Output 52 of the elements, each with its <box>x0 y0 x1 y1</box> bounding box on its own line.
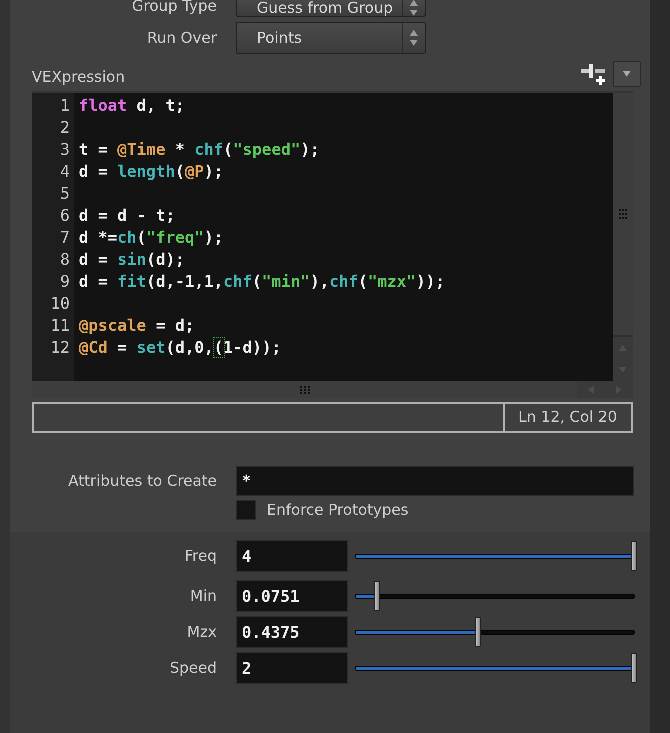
code-line: d = fit(d,-1,1,chf("min"),chf("mzx")); <box>79 272 446 291</box>
parameter-label: Attributes to Create <box>68 472 218 490</box>
grip-icon <box>300 386 310 394</box>
caret-icon <box>622 70 632 78</box>
code-line: d = sin(d); <box>79 250 185 269</box>
line-number: 10 <box>50 293 71 315</box>
code-line: t = @Time * chf("speed"); <box>79 140 320 159</box>
slider-handle[interactable] <box>475 616 482 646</box>
line-number: 1 <box>59 95 71 117</box>
slider-handle[interactable] <box>631 540 637 570</box>
text-field[interactable]: * <box>236 466 634 496</box>
parameter-label: Speed <box>168 659 218 677</box>
parameter-label: Min <box>189 587 218 605</box>
number-field[interactable]: 0.0751 <box>236 580 348 612</box>
line-number: 8 <box>59 249 71 271</box>
editor-label: VEXpression <box>32 68 126 88</box>
code-line: d = length(@P); <box>79 162 224 181</box>
dropdown-value: Points <box>256 29 304 47</box>
slider-handle[interactable] <box>374 580 380 610</box>
parameter-label: Run Over <box>146 29 218 47</box>
parameter-label: Group Type <box>131 0 218 15</box>
code-line: @Cd = set(d,0,(1-d)); <box>79 338 282 357</box>
grip-icon <box>619 209 627 219</box>
slider-handle[interactable] <box>631 652 637 682</box>
dropdown-menu[interactable]: Guess from Group <box>236 0 426 17</box>
line-number: 4 <box>59 161 71 183</box>
up-down-arrows-icon <box>409 29 419 47</box>
cursor-position: Ln 12, Col 20 <box>518 407 618 428</box>
code-line: d *=ch("freq"); <box>79 228 224 247</box>
dropdown-menu[interactable]: Points <box>236 22 426 54</box>
line-number: 2 <box>59 117 71 139</box>
up-down-arrows-icon <box>409 0 419 16</box>
number-field[interactable]: 0.4375 <box>236 616 348 648</box>
code-line: float d, t; <box>79 96 185 115</box>
code-line: d = d - t; <box>79 206 176 225</box>
code-line: @pscale = d; <box>79 316 195 335</box>
parameter-label: Freq <box>184 547 218 565</box>
number-field[interactable]: 2 <box>236 652 348 684</box>
line-number: 5 <box>59 183 71 205</box>
number-field[interactable]: 4 <box>236 540 348 572</box>
line-number: 9 <box>59 271 71 293</box>
parameter-label: Mzx <box>186 623 218 641</box>
dropdown-value: Guess from Group <box>256 0 394 16</box>
checkbox-label: Enforce Prototypes <box>267 501 409 519</box>
code-editor[interactable]: float d, t; t = @Time * chf("speed"); d = length(@P); d = d - t; d *=ch("freq"); d = sin(d); d = fit(d,-1,1,chf("min"),chf("mzx")); @pscale = d; @Cd = set(d,0,(1-d)); <box>74 93 613 381</box>
checkbox[interactable] <box>236 500 256 520</box>
line-number: 6 <box>59 205 71 227</box>
dropdown-button[interactable] <box>613 61 641 87</box>
line-number: 7 <box>59 227 71 249</box>
line-number: 3 <box>59 139 71 161</box>
line-number: 11 <box>50 315 71 337</box>
line-number: 12 <box>50 337 71 359</box>
